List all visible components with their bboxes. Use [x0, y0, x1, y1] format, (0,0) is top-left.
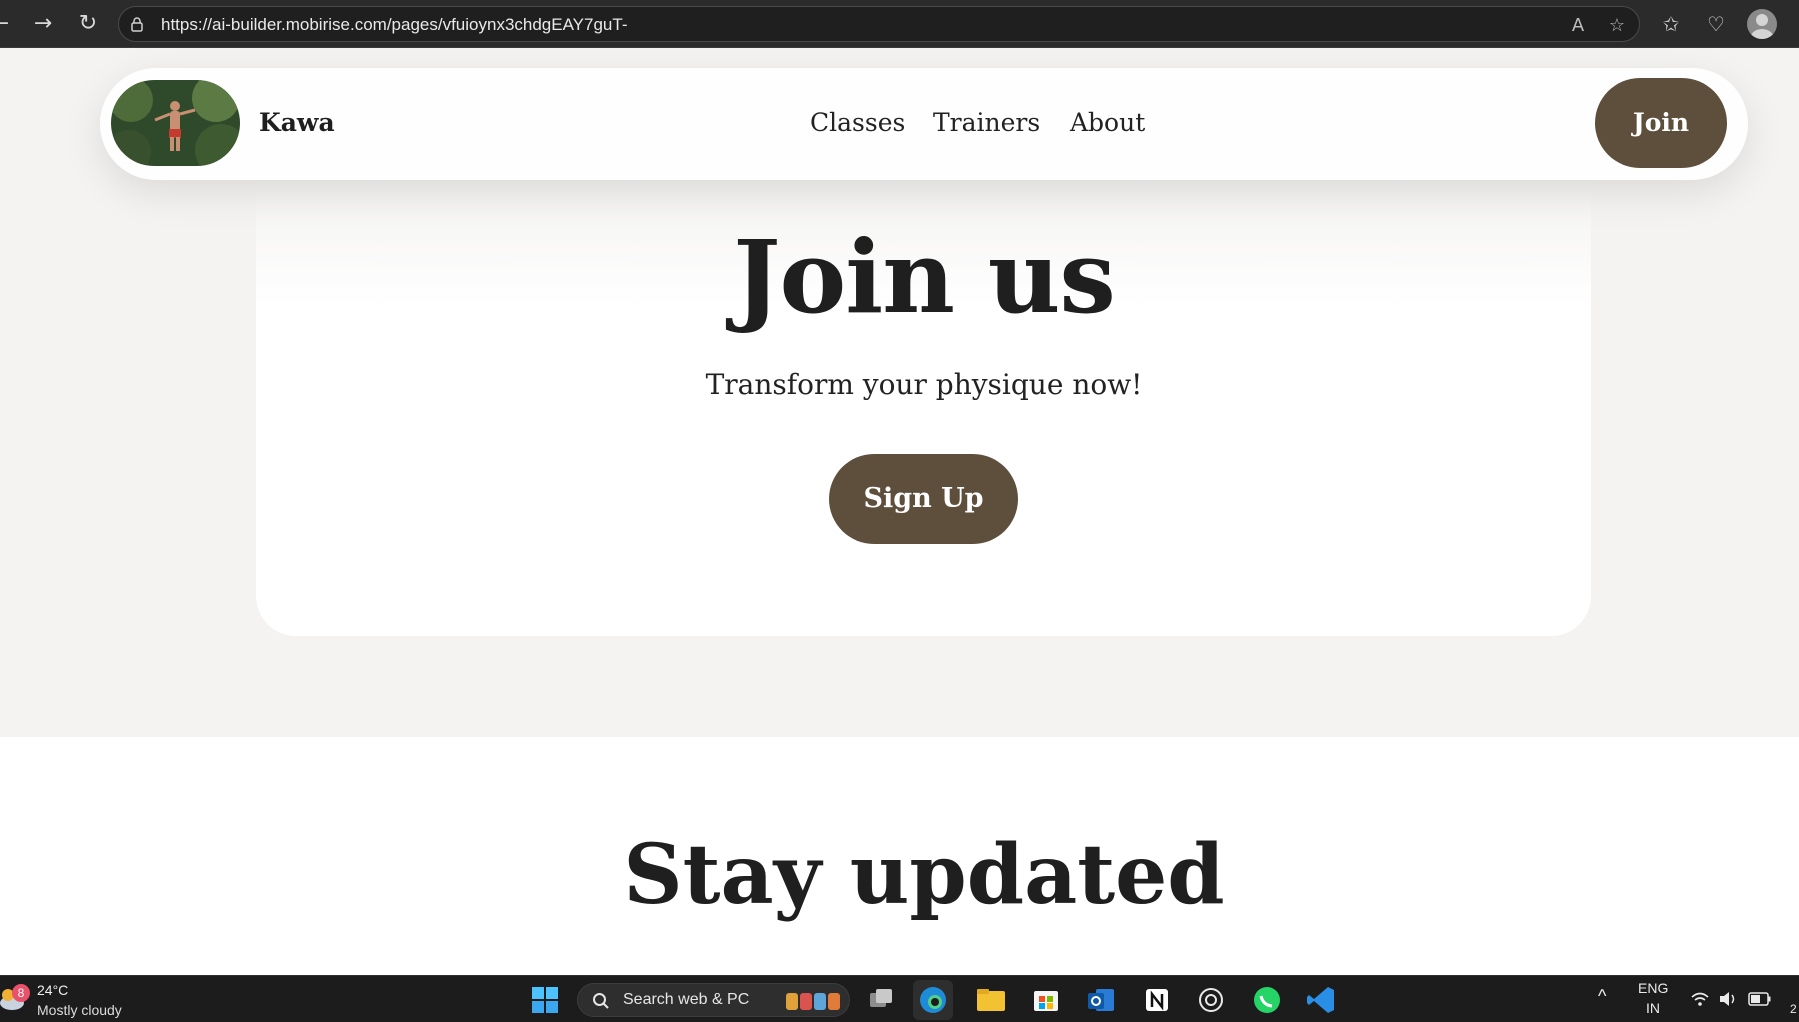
address-bar[interactable]: https://ai-builder.mobirise.com/pages/vf…	[118, 6, 1640, 42]
edge-browser-icon[interactable]	[916, 983, 950, 1017]
outlook-icon[interactable]	[1084, 983, 1118, 1017]
site-navbar: Kawa Classes Trainers About Join	[100, 68, 1748, 180]
brand-name[interactable]: Kawa	[259, 108, 335, 137]
nav-link-trainers[interactable]: Trainers	[933, 108, 1040, 137]
read-aloud-icon[interactable]: A	[1567, 15, 1589, 37]
webpage: Join us Transform your physique now! Sig…	[0, 48, 1799, 975]
favorites-icon[interactable]: ✩	[1658, 11, 1684, 37]
weather-badge: 8	[12, 984, 30, 1002]
taskbar-search[interactable]: Search web & PC	[577, 983, 850, 1017]
nav-link-about[interactable]: About	[1070, 108, 1145, 137]
nav-link-classes[interactable]: Classes	[810, 108, 905, 137]
whatsapp-icon[interactable]	[1250, 983, 1284, 1017]
battery-icon[interactable]	[1748, 992, 1772, 1006]
profile-avatar[interactable]	[1747, 9, 1777, 39]
file-explorer-icon[interactable]	[974, 983, 1008, 1017]
favorite-star-icon[interactable]: ☆	[1606, 15, 1628, 37]
tray-overflow-chevron-icon[interactable]: ^	[1598, 986, 1606, 1007]
wifi-icon[interactable]	[1690, 991, 1710, 1007]
windows-taskbar: 8 24°C Mostly cloudy Search web & PC ^ E…	[0, 975, 1799, 1022]
task-view-icon[interactable]	[864, 983, 898, 1017]
search-highlight-icon	[786, 993, 840, 1010]
weather-temperature[interactable]: 24°C	[37, 982, 68, 998]
profile-icon	[1750, 14, 1774, 39]
newsletter-title: Stay updated	[623, 827, 1225, 923]
forward-arrow-icon[interactable]: →	[29, 10, 57, 38]
browser-toolbar: ← → ↻ https://ai-builder.mobirise.com/pa…	[0, 0, 1799, 48]
windows-start-icon[interactable]	[528, 983, 562, 1017]
browser-essentials-icon[interactable]: ♡	[1703, 11, 1729, 37]
url-text[interactable]: https://ai-builder.mobirise.com/pages/vf…	[161, 15, 628, 35]
refresh-icon[interactable]: ↻	[74, 10, 102, 38]
language-line1[interactable]: ENG	[1638, 980, 1668, 996]
sign-up-button[interactable]: Sign Up	[829, 454, 1018, 544]
logo-image[interactable]	[111, 80, 240, 166]
language-line2[interactable]: IN	[1646, 1000, 1660, 1016]
back-arrow-icon[interactable]: ←	[0, 10, 14, 38]
microsoft-store-icon[interactable]	[1029, 983, 1063, 1017]
search-icon	[593, 993, 609, 1009]
newsletter-section: Stay updated	[0, 737, 1799, 975]
lock-icon	[131, 17, 143, 32]
chatgpt-icon[interactable]	[1194, 983, 1228, 1017]
clock-text[interactable]: 2	[1790, 1002, 1797, 1016]
logo-photo-icon	[111, 80, 240, 166]
vscode-icon[interactable]	[1304, 983, 1338, 1017]
join-button[interactable]: Join	[1595, 78, 1727, 168]
hero-subtitle: Transform your physique now!	[705, 368, 1143, 401]
volume-icon[interactable]	[1718, 991, 1738, 1007]
hero-title: Join us	[733, 218, 1116, 336]
search-placeholder: Search web & PC	[623, 991, 750, 1008]
notion-icon[interactable]	[1140, 983, 1174, 1017]
weather-description[interactable]: Mostly cloudy	[37, 1002, 122, 1018]
